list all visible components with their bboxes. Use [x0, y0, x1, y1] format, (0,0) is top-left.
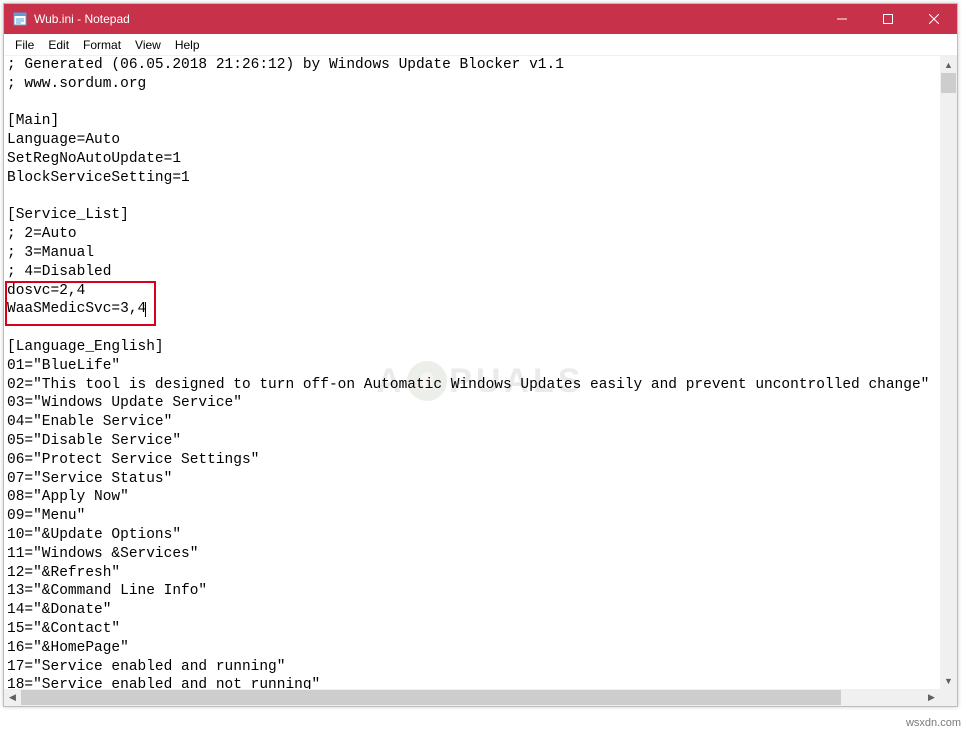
line: 11="Windows &Services" [7, 546, 198, 562]
notepad-icon [12, 11, 28, 27]
line: 09="Menu" [7, 508, 85, 524]
vertical-scrollbar[interactable]: ▲ ▼ [940, 56, 957, 689]
horizontal-scroll-thumb[interactable] [21, 690, 841, 705]
text-caret [145, 302, 146, 317]
line: 08="Apply Now" [7, 489, 129, 505]
source-credit: wsxdn.com [906, 717, 961, 729]
scroll-corner [940, 689, 957, 706]
line: 10="&Update Options" [7, 527, 181, 543]
line: BlockServiceSetting=1 [7, 170, 190, 186]
scroll-up-arrow-icon[interactable]: ▲ [940, 56, 957, 73]
line: ; Generated (06.05.2018 21:26:12) by Win… [7, 57, 564, 73]
line: 01="BlueLife" [7, 358, 120, 374]
line: 03="Windows Update Service" [7, 395, 242, 411]
line: 12="&Refresh" [7, 565, 120, 581]
line: 18="Service enabled and not running" [7, 677, 320, 689]
line: 16="&HomePage" [7, 640, 129, 656]
maximize-button[interactable] [865, 4, 911, 34]
close-button[interactable] [911, 4, 957, 34]
titlebar[interactable]: Wub.ini - Notepad [4, 4, 957, 34]
text-editor[interactable]: ; Generated (06.05.2018 21:26:12) by Win… [4, 56, 940, 689]
scroll-right-arrow-icon[interactable]: ▶ [923, 689, 940, 706]
line: 04="Enable Service" [7, 414, 172, 430]
line: 02="This tool is designed to turn off-on… [7, 377, 929, 393]
window-title: Wub.ini - Notepad [34, 12, 130, 26]
line: [Main] [7, 113, 59, 129]
menu-view[interactable]: View [128, 37, 168, 53]
notepad-window: Wub.ini - Notepad File Edit Format View … [3, 3, 958, 707]
line: WaaSMedicSvc=3,4 [7, 301, 146, 317]
vertical-scroll-thumb[interactable] [941, 73, 956, 93]
horizontal-scrollbar[interactable]: ◀ ▶ [4, 689, 940, 706]
menu-format[interactable]: Format [76, 37, 128, 53]
editor-area: A PUALS ; Generated (06.05.2018 21:26:12… [4, 55, 957, 706]
menu-file[interactable]: File [8, 37, 41, 53]
line: ; www.sordum.org [7, 76, 146, 92]
line: ; 3=Manual [7, 245, 94, 261]
line: ; 2=Auto [7, 226, 77, 242]
line: [Language_English] [7, 339, 164, 355]
line: 14="&Donate" [7, 602, 111, 618]
line: dosvc=2,4 [7, 283, 85, 299]
line: Language=Auto [7, 132, 120, 148]
scroll-left-arrow-icon[interactable]: ◀ [4, 689, 21, 706]
menu-edit[interactable]: Edit [41, 37, 76, 53]
line: 17="Service enabled and running" [7, 659, 285, 675]
line: 15="&Contact" [7, 621, 120, 637]
menu-help[interactable]: Help [168, 37, 207, 53]
line: 06="Protect Service Settings" [7, 452, 259, 468]
minimize-button[interactable] [819, 4, 865, 34]
line: SetRegNoAutoUpdate=1 [7, 151, 181, 167]
line: 13="&Command Line Info" [7, 583, 207, 599]
menubar: File Edit Format View Help [4, 34, 957, 55]
scroll-down-arrow-icon[interactable]: ▼ [940, 672, 957, 689]
line: [Service_List] [7, 207, 129, 223]
line: ; 4=Disabled [7, 264, 111, 280]
line: 07="Service Status" [7, 471, 172, 487]
line: 05="Disable Service" [7, 433, 181, 449]
